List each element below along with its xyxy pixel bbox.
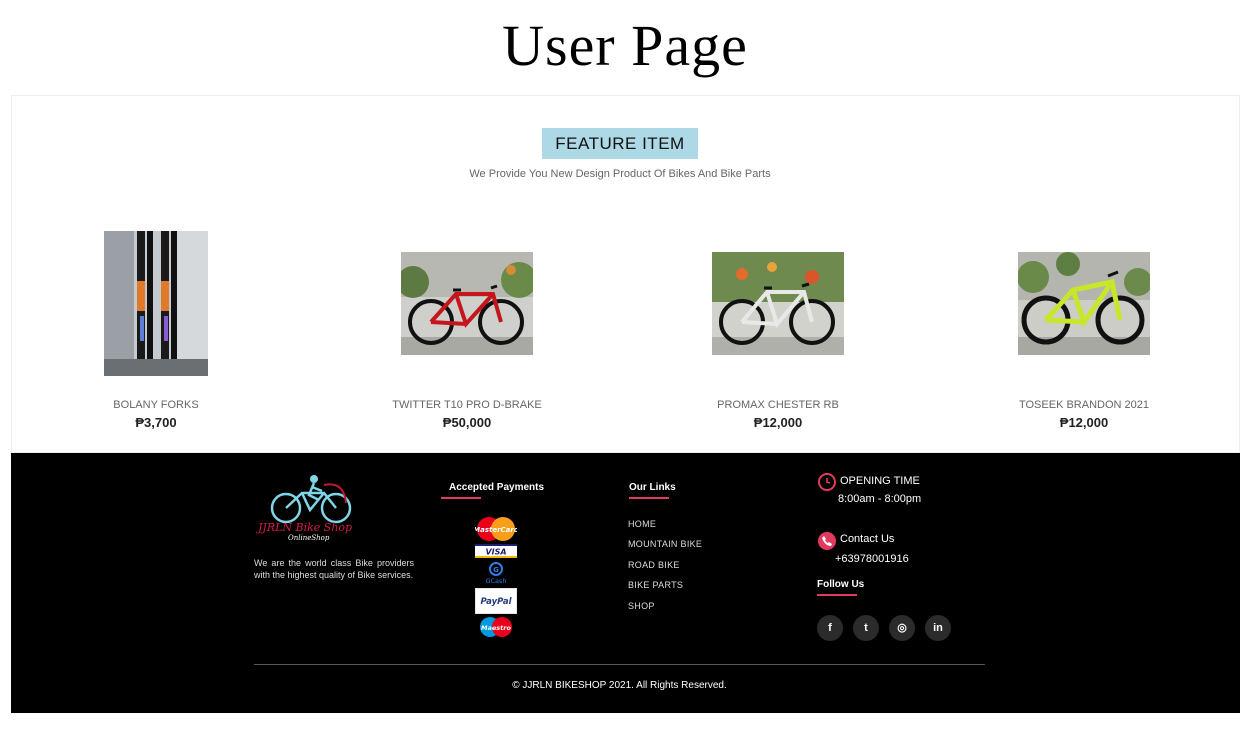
footer-link-mountain-bike[interactable]: MOUNTAIN BIKE <box>628 539 702 549</box>
footer-link-home[interactable]: HOME <box>628 519 656 529</box>
logo-title: JJRLN Bike Shop <box>256 521 352 534</box>
payments-underline <box>441 497 481 499</box>
twitter-icon[interactable]: t <box>853 615 879 641</box>
product-image-toseek-brandon[interactable] <box>1018 252 1150 355</box>
svg-text:VISA: VISA <box>485 548 506 557</box>
svg-text:Maestro: Maestro <box>481 624 511 632</box>
opening-time-value: 8:00am - 8:00pm <box>838 493 922 505</box>
feature-badge: FEATURE ITEM <box>542 128 698 159</box>
shop-logo[interactable]: JJRLN Bike Shop OnlineShop <box>254 473 374 545</box>
product-price: ₱3,700 <box>135 415 177 430</box>
contact-phone[interactable]: +63978001916 <box>835 553 909 565</box>
contact-title: Contact Us <box>840 533 895 545</box>
svg-text:G: G <box>493 566 499 574</box>
product-price: ₱12,000 <box>1059 415 1109 430</box>
maestro-icon: Maestro <box>475 616 517 643</box>
svg-text:MasterCard: MasterCard <box>475 526 517 534</box>
footer-divider <box>254 664 985 665</box>
product-name[interactable]: TOSEEK BRANDON 2021 <box>969 399 1199 411</box>
product-name[interactable]: PROMAX CHESTER RB <box>663 399 893 411</box>
product-price: ₱50,000 <box>442 415 492 430</box>
footer-link-road-bike[interactable]: ROAD BIKE <box>628 560 680 570</box>
follow-title: Follow Us <box>817 579 865 590</box>
footer-link-shop[interactable]: SHOP <box>628 601 655 611</box>
about-text: We are the world class Bike providers wi… <box>254 558 414 580</box>
feature-section: FEATURE ITEM We Provide You New Design P… <box>11 95 1240 453</box>
facebook-icon[interactable]: f <box>817 615 843 641</box>
page-title: User Page <box>502 13 748 78</box>
links-title: Our Links <box>629 482 676 493</box>
mastercard-icon: MasterCard <box>473 516 520 547</box>
product-image-promax-chester[interactable] <box>712 252 844 355</box>
svg-text:GCash: GCash <box>485 577 506 585</box>
product-image-forks[interactable] <box>104 231 208 376</box>
footer: JJRLN Bike Shop OnlineShop We are the wo… <box>11 453 1240 713</box>
phone-icon <box>818 532 836 550</box>
instagram-icon[interactable]: ◎ <box>889 615 915 641</box>
feature-subtitle: We Provide You New Design Product Of Bik… <box>469 168 771 180</box>
follow-underline <box>817 594 857 596</box>
product-name[interactable]: BOLANY FORKS <box>41 399 271 411</box>
opening-time-title: OPENING TIME <box>840 475 920 487</box>
logo-tagline: OnlineShop <box>288 534 330 542</box>
gcash-icon: G GCash <box>475 561 517 590</box>
linkedin-icon[interactable]: in <box>925 615 951 641</box>
product-name[interactable]: TWITTER T10 PRO D-BRAKE <box>352 399 582 411</box>
links-underline <box>629 497 669 499</box>
payments-title: Accepted Payments <box>449 482 545 493</box>
clock-icon <box>818 473 836 491</box>
product-image-twitter-t10[interactable] <box>401 252 533 355</box>
svg-text:PayPal: PayPal <box>480 597 512 607</box>
paypal-icon: PayPal <box>474 587 518 619</box>
footer-link-bike-parts[interactable]: BIKE PARTS <box>628 580 683 590</box>
product-price: ₱12,000 <box>753 415 803 430</box>
copyright: © JJRLN BIKESHOP 2021. All Rights Reserv… <box>512 680 727 691</box>
